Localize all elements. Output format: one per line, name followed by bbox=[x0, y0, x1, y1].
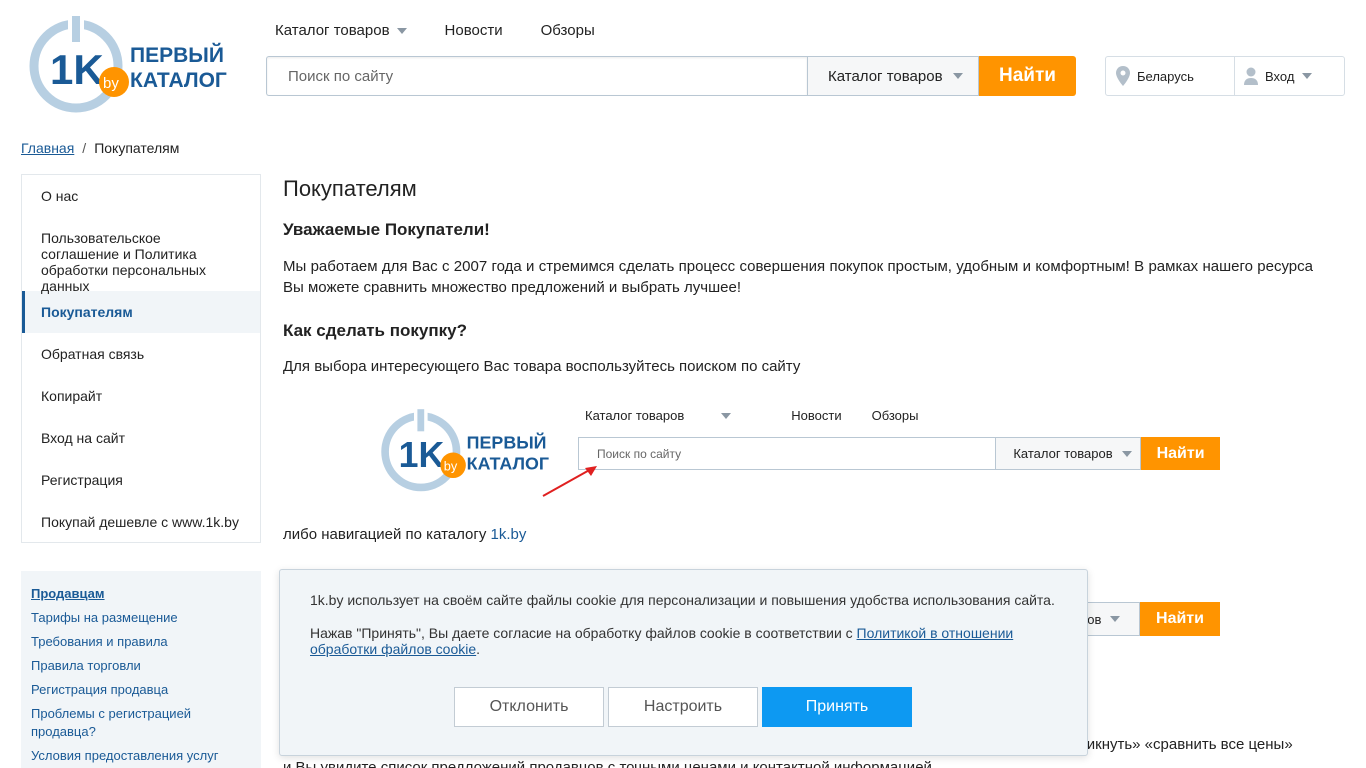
sidebar-item-feedback[interactable]: Обратная связь bbox=[22, 333, 260, 375]
greeting-heading: Уважаемые Покупатели! bbox=[283, 220, 490, 239]
logo-line1: ПЕРВЫЙ bbox=[130, 43, 224, 67]
region-label: Беларусь bbox=[1137, 68, 1194, 84]
example-search: Поиск по сайту Каталог товаров Найти bbox=[578, 437, 1221, 470]
cookie-consent-dialog: 1k.by использует на своём сайте файлы co… bbox=[279, 569, 1088, 756]
user-icon bbox=[1244, 67, 1258, 85]
sidebar-item-login[interactable]: Вход на сайт bbox=[22, 417, 260, 459]
red-arrow-icon bbox=[542, 466, 597, 497]
sellers-link-terms[interactable]: Условия предоставления услуг bbox=[31, 747, 251, 765]
breadcrumb-current: Покупателям bbox=[94, 140, 180, 156]
example-logo-number: 1K bbox=[399, 435, 445, 475]
example2-search-button: Найти bbox=[1140, 602, 1220, 636]
login-label: Вход bbox=[1265, 68, 1295, 84]
example-nav-reviews: Обзоры bbox=[871, 408, 919, 423]
example-category-label: Каталог товаров bbox=[1013, 446, 1113, 461]
example-logo-badge: by bbox=[444, 458, 458, 473]
tail-right-text: ликнуть» «сравнить все цены» bbox=[1078, 736, 1293, 753]
catalog-nav-prefix: либо навигацией по каталогу bbox=[283, 526, 491, 543]
example-logo: 1K by ПЕРВЫЙ КАТАЛОГ bbox=[381, 407, 549, 492]
breadcrumb: Главная / Покупателям bbox=[21, 140, 179, 156]
site-logo[interactable]: 1K by ПЕРВЫЙ КАТАЛОГ bbox=[28, 14, 228, 114]
configure-button[interactable]: Настроить bbox=[608, 687, 758, 727]
chevron-down-icon bbox=[721, 412, 732, 419]
example-search-input: Поиск по сайту bbox=[578, 437, 996, 470]
page-title: Покупателям bbox=[283, 176, 417, 201]
cookie-consent-text: Нажав "Принять", Вы даете согласие на об… bbox=[310, 625, 1057, 657]
example-search-category: Каталог товаров bbox=[995, 437, 1142, 470]
location-pin-icon bbox=[1116, 66, 1130, 86]
chevron-down-icon bbox=[1121, 450, 1132, 457]
sellers-link-tariffs[interactable]: Тарифы на размещение bbox=[31, 609, 251, 627]
nav-catalog-label: Каталог товаров bbox=[275, 22, 390, 39]
search-button[interactable]: Найти bbox=[979, 56, 1076, 96]
sidebar-item-agreement[interactable]: Пользовательское соглашение и Политика о… bbox=[22, 217, 260, 294]
intro-paragraph: Мы работаем для Вас с 2007 года и стреми… bbox=[283, 258, 1313, 296]
nav-catalog[interactable]: Каталог товаров bbox=[275, 22, 407, 39]
example-nav: Каталог товаров Новости Обзоры bbox=[585, 408, 948, 423]
logo-line2: КАТАЛОГ bbox=[130, 69, 227, 92]
cookie-consent-prefix: Нажав "Принять", Вы даете согласие на об… bbox=[310, 625, 857, 641]
chevron-down-icon bbox=[396, 27, 407, 34]
user-box: Беларусь Вход bbox=[1105, 56, 1345, 96]
catalog-nav-text: либо навигацией по каталогу 1k.by bbox=[283, 524, 1313, 545]
sellers-link-requirements[interactable]: Требования и правила bbox=[31, 633, 251, 651]
logo-number: 1K bbox=[50, 46, 104, 93]
login-menu[interactable]: Вход bbox=[1235, 57, 1344, 95]
example-nav-catalog: Каталог товаров bbox=[585, 408, 761, 423]
top-navigation: Каталог товаров Новости Обзоры bbox=[275, 22, 633, 39]
cookie-consent-suffix: . bbox=[476, 641, 481, 657]
sidebar-menu: О нас Пользовательское соглашение и Поли… bbox=[21, 174, 261, 543]
nav-news[interactable]: Новости bbox=[445, 22, 503, 39]
search-category-label: Каталог товаров bbox=[828, 67, 943, 85]
sellers-link-problems[interactable]: Проблемы с регистрацией продавца? bbox=[31, 705, 211, 741]
example-header-image: 1K by ПЕРВЫЙ КАТАЛОГ Каталог товаров Нов… bbox=[380, 400, 1230, 500]
sellers-link-rules[interactable]: Правила торговли bbox=[31, 657, 251, 675]
nav-reviews[interactable]: Обзоры bbox=[541, 22, 595, 39]
how-to-buy-text: Для выбора интересующего Вас товара восп… bbox=[283, 358, 801, 375]
search-category-select[interactable]: Каталог товаров bbox=[807, 56, 979, 96]
example-logo-line1: ПЕРВЫЙ bbox=[467, 431, 547, 452]
example-search-button: Найти bbox=[1141, 437, 1221, 470]
cookie-buttons: Отклонить Настроить Принять bbox=[454, 687, 912, 727]
chevron-down-icon bbox=[952, 73, 963, 79]
sidebar-item-copyright[interactable]: Копирайт bbox=[22, 375, 260, 417]
example-nav-news: Новости bbox=[791, 408, 842, 423]
region-selector[interactable]: Беларусь bbox=[1106, 57, 1235, 95]
search-input[interactable] bbox=[266, 56, 807, 96]
example-nav-catalog-label: Каталог товаров bbox=[585, 408, 685, 423]
search-bar: Каталог товаров Найти bbox=[266, 56, 1076, 96]
decline-button[interactable]: Отклонить bbox=[454, 687, 604, 727]
sidebar-item-buyers[interactable]: Покупателям bbox=[22, 291, 260, 333]
tail-text: и Вы увидите список предложений продавцо… bbox=[283, 759, 932, 768]
chevron-down-icon bbox=[1110, 616, 1121, 622]
sidebar-item-buy-cheaper[interactable]: Покупай дешевле с www.1k.by bbox=[22, 501, 260, 543]
example2-category-partial: ров bbox=[1080, 602, 1140, 636]
logo-badge: by bbox=[103, 75, 119, 92]
cookie-text: 1k.by использует на своём сайте файлы co… bbox=[310, 592, 1055, 608]
how-to-buy-heading: Как сделать покупку? bbox=[283, 321, 467, 340]
breadcrumb-home[interactable]: Главная bbox=[21, 140, 74, 156]
sidebar-item-register[interactable]: Регистрация bbox=[22, 459, 260, 501]
breadcrumb-separator: / bbox=[82, 140, 87, 156]
sellers-box: Продавцам Тарифы на размещение Требовани… bbox=[21, 571, 261, 768]
accept-button[interactable]: Принять bbox=[762, 687, 912, 727]
sellers-link-registration[interactable]: Регистрация продавца bbox=[31, 681, 251, 699]
chevron-down-icon bbox=[1302, 73, 1313, 79]
sellers-title-link[interactable]: Продавцам bbox=[31, 585, 251, 603]
sidebar-item-about[interactable]: О нас bbox=[22, 175, 260, 217]
catalog-link[interactable]: 1k.by bbox=[491, 526, 527, 543]
